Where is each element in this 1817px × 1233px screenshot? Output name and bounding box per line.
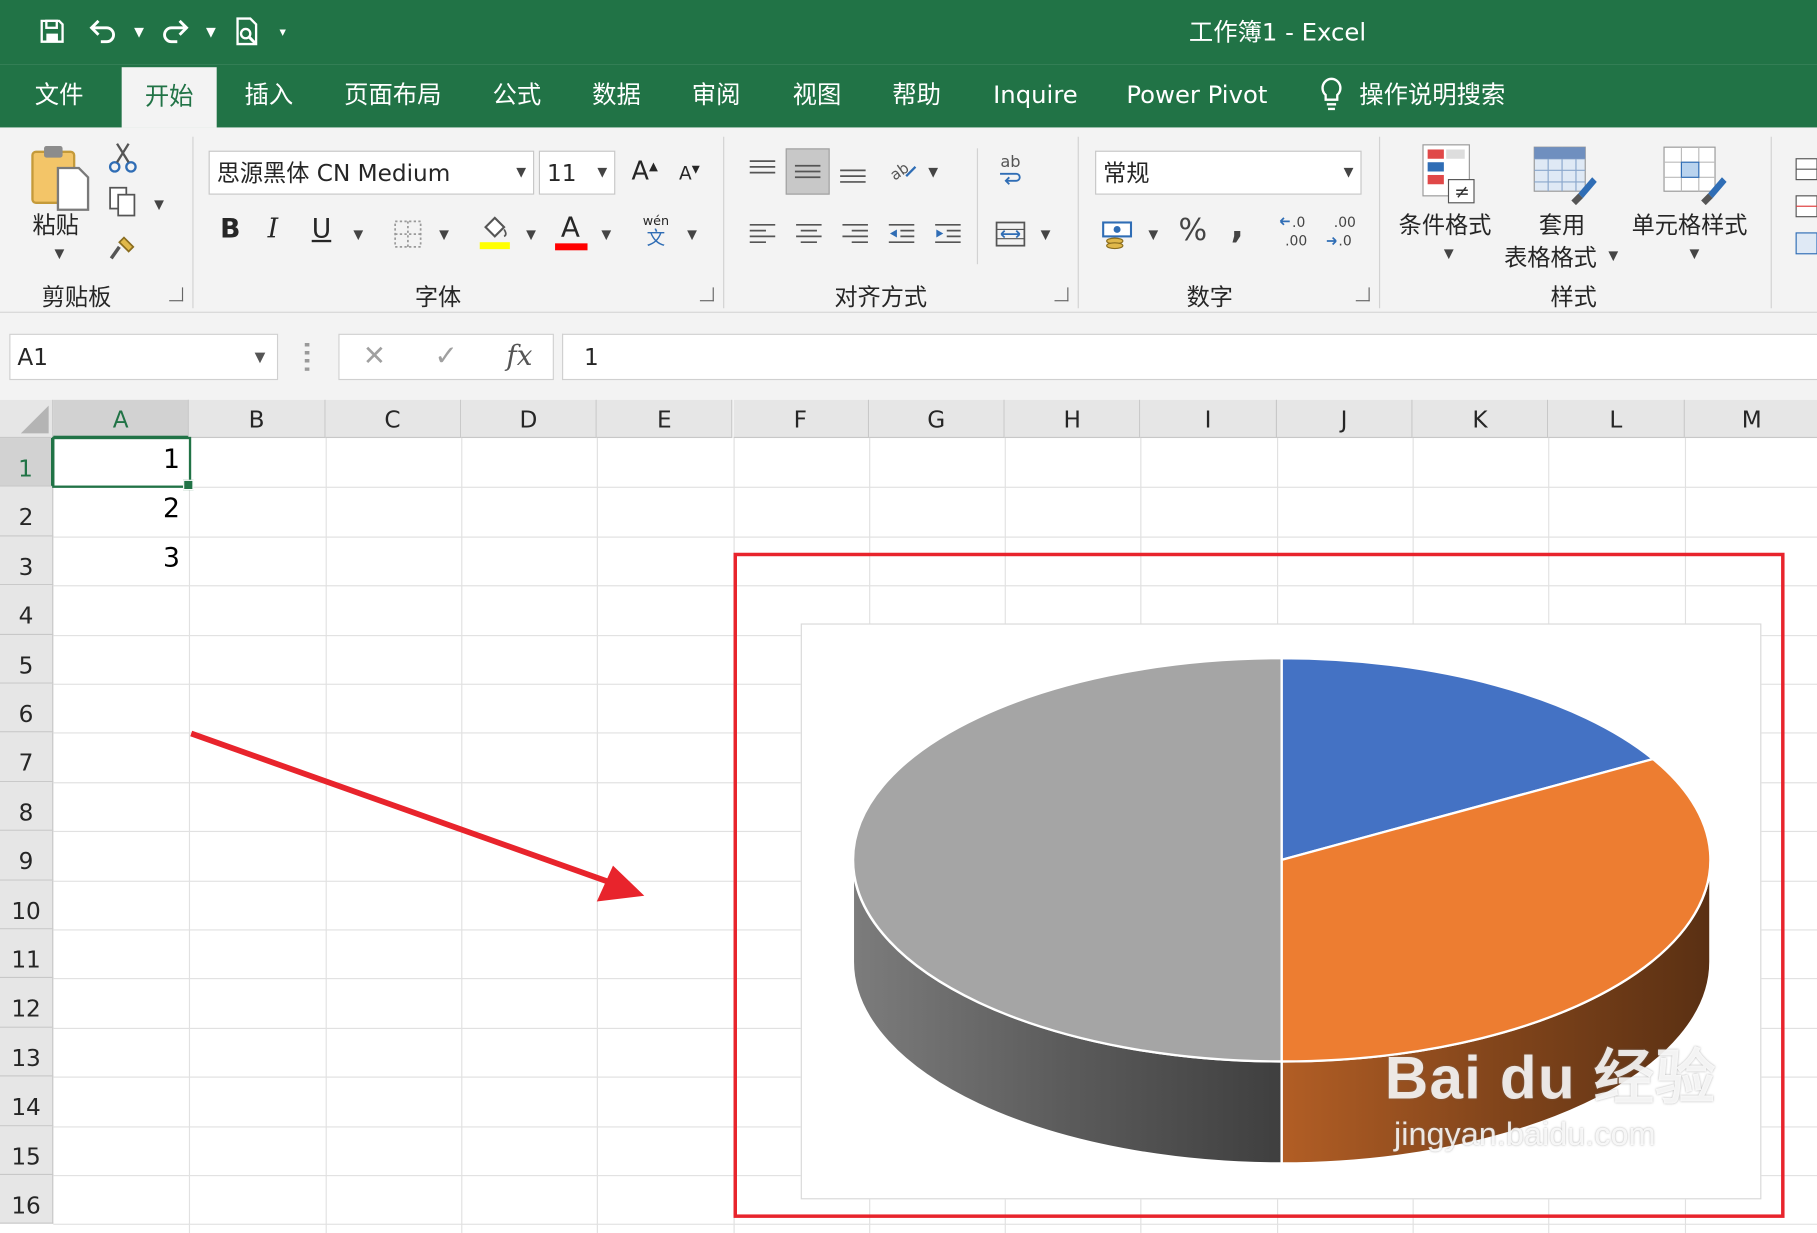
watermark-main: Bai du 经验 bbox=[1384, 1045, 1717, 1113]
excel-window: ▼ ▼ ▾ 工作簿1 - Excel 文件 开始 插入 页面布局 公式 数据 审… bbox=[0, 0, 1817, 1233]
watermark: Bai du 经验 jingyan.baidu.com bbox=[1385, 1029, 1717, 1153]
watermark-sub: jingyan.baidu.com bbox=[1394, 1115, 1656, 1152]
